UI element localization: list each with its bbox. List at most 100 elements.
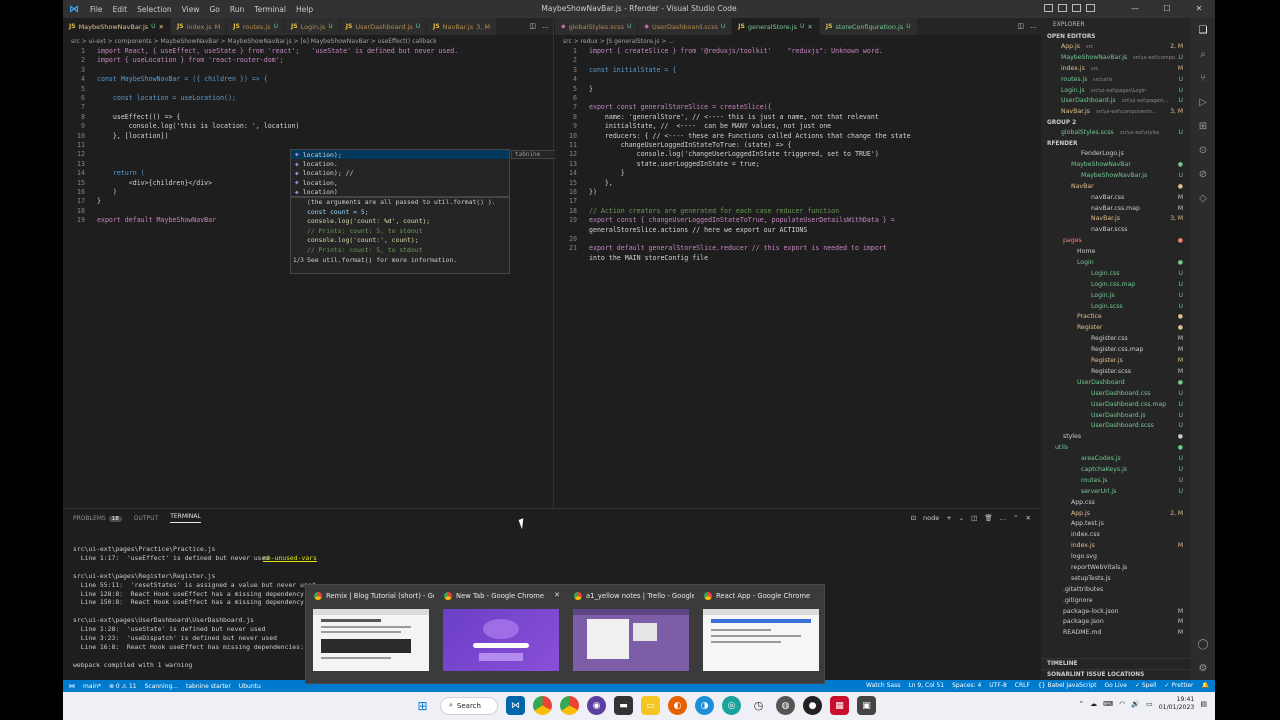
tab-storeconfiguration[interactable]: JS storeConfiguration.js U (819, 18, 918, 35)
new-terminal-icon[interactable]: + (946, 514, 951, 522)
explorer-item[interactable]: Register.scss M (1041, 367, 1191, 378)
tab-maybeshownavbar[interactable]: JS MaybeShowNavBar.js U ✕ (63, 18, 171, 35)
remote-explorer-icon[interactable]: ⊙ (1191, 138, 1215, 162)
explorer-item[interactable]: UserDashboard.css.map U (1041, 400, 1191, 411)
explorer-item[interactable]: Register ● (1041, 323, 1191, 334)
explorer-item[interactable]: utils ● (1041, 443, 1191, 454)
switcher-window-remix[interactable]: Remix | Blog Tutorial (short) - Google C… (308, 585, 434, 685)
git-branch[interactable]: main* (83, 683, 101, 690)
code-editor-right[interactable]: 1 import { createSlice } from '@reduxjs/t… (555, 47, 1041, 263)
explorer-item[interactable]: Login.scss U (1041, 302, 1191, 313)
explorer-item[interactable]: README.md M (1041, 628, 1191, 639)
source-control-icon[interactable]: ⑂ (1191, 66, 1215, 90)
close-panel-icon[interactable]: ✕ (1026, 514, 1031, 522)
chrome-profile-taskbar-icon[interactable] (560, 696, 579, 715)
explorer-item[interactable]: App.css (1041, 498, 1191, 509)
github-taskbar-icon[interactable]: ● (803, 696, 822, 715)
tab-problems[interactable]: PROBLEMS 18 (73, 515, 122, 522)
menu-selection[interactable]: Selection (132, 5, 177, 14)
explorer-item[interactable]: index.js src M (1041, 64, 1191, 75)
explorer-item[interactable]: NavBar.js 3, M (1041, 214, 1191, 225)
more-actions-icon[interactable]: … (542, 22, 549, 30)
tab-login[interactable]: JS Login.js U (285, 18, 340, 35)
search-icon[interactable]: ⌕ (1191, 42, 1215, 66)
tab-userdashboard-scss[interactable]: ◆ UserDashboard.scss U (638, 18, 733, 35)
explorer-item[interactable]: index.css (1041, 530, 1191, 541)
explorer-item[interactable]: routes.js src\utils U (1041, 75, 1191, 86)
chevron-down-icon[interactable]: ⌄ (959, 514, 964, 522)
explorer-item[interactable]: App.test.js (1041, 519, 1191, 530)
explorer-section[interactable]: RFENDER (1041, 139, 1191, 149)
explorer-item[interactable]: App.js 2, M (1041, 509, 1191, 520)
menu-view[interactable]: View (177, 5, 205, 14)
menu-terminal[interactable]: Terminal (249, 5, 291, 14)
terminal-taskbar-icon[interactable]: ▬ (614, 696, 633, 715)
chrome-taskbar-icon[interactable] (533, 696, 552, 715)
maximize-panel-icon[interactable]: ⌃ (1013, 514, 1018, 522)
menu-file[interactable]: File (85, 5, 108, 14)
remote-icon[interactable]: ⋈ (69, 683, 75, 690)
chevron-up-icon[interactable]: ⌃ (1078, 700, 1084, 708)
switcher-window-newtab[interactable]: New Tab - Google Chrome ✕ (438, 585, 564, 685)
suggestion-item[interactable]: ◆ location, (291, 178, 509, 187)
gear-icon[interactable]: ⚙ (1191, 656, 1215, 680)
vscode-taskbar-icon[interactable]: ⋈ (506, 696, 525, 715)
switcher-window-reactapp[interactable]: React App - Google Chrome (698, 585, 824, 685)
explorer-item[interactable]: UserDashboard.scss U (1041, 421, 1191, 432)
menu-run[interactable]: Run (225, 5, 249, 14)
tab-userdashboard[interactable]: JS UserDashboard.js U (339, 18, 428, 35)
suggestion-item[interactable]: ◆ location); // (291, 169, 509, 178)
suggestion-item[interactable]: ◆ location. (291, 159, 509, 168)
explorer-item[interactable]: Register.js M (1041, 356, 1191, 367)
tab-routes[interactable]: JS routes.js U (227, 18, 286, 35)
explorer-item[interactable]: globalStyles.scss src\ui-ext\styles U (1041, 128, 1191, 139)
explorer-item[interactable]: NavBar ● (1041, 182, 1191, 193)
app-taskbar-icon[interactable]: ◉ (587, 696, 606, 715)
prettier-status[interactable]: ✓ Prettier (1165, 682, 1194, 689)
close-icon[interactable]: ✕ (554, 591, 560, 599)
sonarlint-icon[interactable]: ⊘ (1191, 162, 1215, 186)
encoding[interactable]: UTF-8 (989, 682, 1007, 689)
explorer-item[interactable]: MaybeShowNavBar ● (1041, 160, 1191, 171)
explorer-item[interactable]: styles ● (1041, 432, 1191, 443)
menu-help[interactable]: Help (291, 5, 318, 14)
explorer-item[interactable]: Login.css U (1041, 269, 1191, 280)
suggestion-item[interactable]: ◆ location) (291, 188, 509, 197)
spell-status[interactable]: ✓ Spell (1135, 682, 1157, 689)
onedrive-icon[interactable]: ☁ (1090, 700, 1097, 708)
firefox-taskbar-icon[interactable]: ◐ (668, 696, 687, 715)
close-icon[interactable]: ✕ (159, 23, 164, 31)
cursor-position[interactable]: Ln 9, Col 51 (908, 682, 944, 689)
maximize-icon[interactable]: ☐ (1151, 0, 1183, 18)
more-actions-icon[interactable]: … (1000, 514, 1007, 522)
go-live[interactable]: Go Live (1104, 682, 1126, 689)
explorer-section[interactable]: GROUP 2 (1041, 118, 1191, 128)
split-editor-icon[interactable]: ◫ (529, 22, 536, 30)
explorer-item[interactable]: navBar.css M (1041, 193, 1191, 204)
explorer-item[interactable]: Login ● (1041, 258, 1191, 269)
suggestion-item[interactable]: ◆ location); (291, 150, 509, 160)
notification-icon[interactable]: ▤ (1200, 700, 1207, 708)
split-editor-icon[interactable]: ◫ (1017, 22, 1024, 30)
minimize-icon[interactable]: — (1119, 0, 1151, 18)
lint-rule-link[interactable]: no-unused-vars (263, 554, 317, 563)
menu-go[interactable]: Go (204, 5, 224, 14)
account-icon[interactable]: ◯ (1191, 632, 1215, 656)
explorer-item[interactable]: reportWebVitals.js (1041, 563, 1191, 574)
tabnine-icon[interactable]: ◇ (1191, 186, 1215, 210)
watch-sass[interactable]: Watch Sass (866, 682, 900, 689)
explorer-item[interactable]: package.json M (1041, 617, 1191, 628)
explorer-item[interactable]: Register.css.map M (1041, 345, 1191, 356)
split-terminal-icon[interactable]: ◫ (971, 514, 977, 522)
explorer-item[interactable]: MaybeShowNavBar.js U (1041, 171, 1191, 182)
volume-icon[interactable]: 🔊 (1131, 700, 1140, 708)
explorer-item[interactable]: index.js M (1041, 541, 1191, 552)
explorer-item[interactable]: areaCodes.js U (1041, 454, 1191, 465)
explorer-item[interactable]: Practice ● (1041, 312, 1191, 323)
extensions-icon[interactable]: ⊞ (1191, 114, 1215, 138)
customize-layout-icon[interactable] (1086, 4, 1095, 12)
toggle-sidebar-icon[interactable] (1044, 4, 1053, 12)
explorer-item[interactable]: UserDashboard.css U (1041, 389, 1191, 400)
close-icon[interactable]: ✕ (1183, 0, 1215, 18)
menu-edit[interactable]: Edit (108, 5, 133, 14)
